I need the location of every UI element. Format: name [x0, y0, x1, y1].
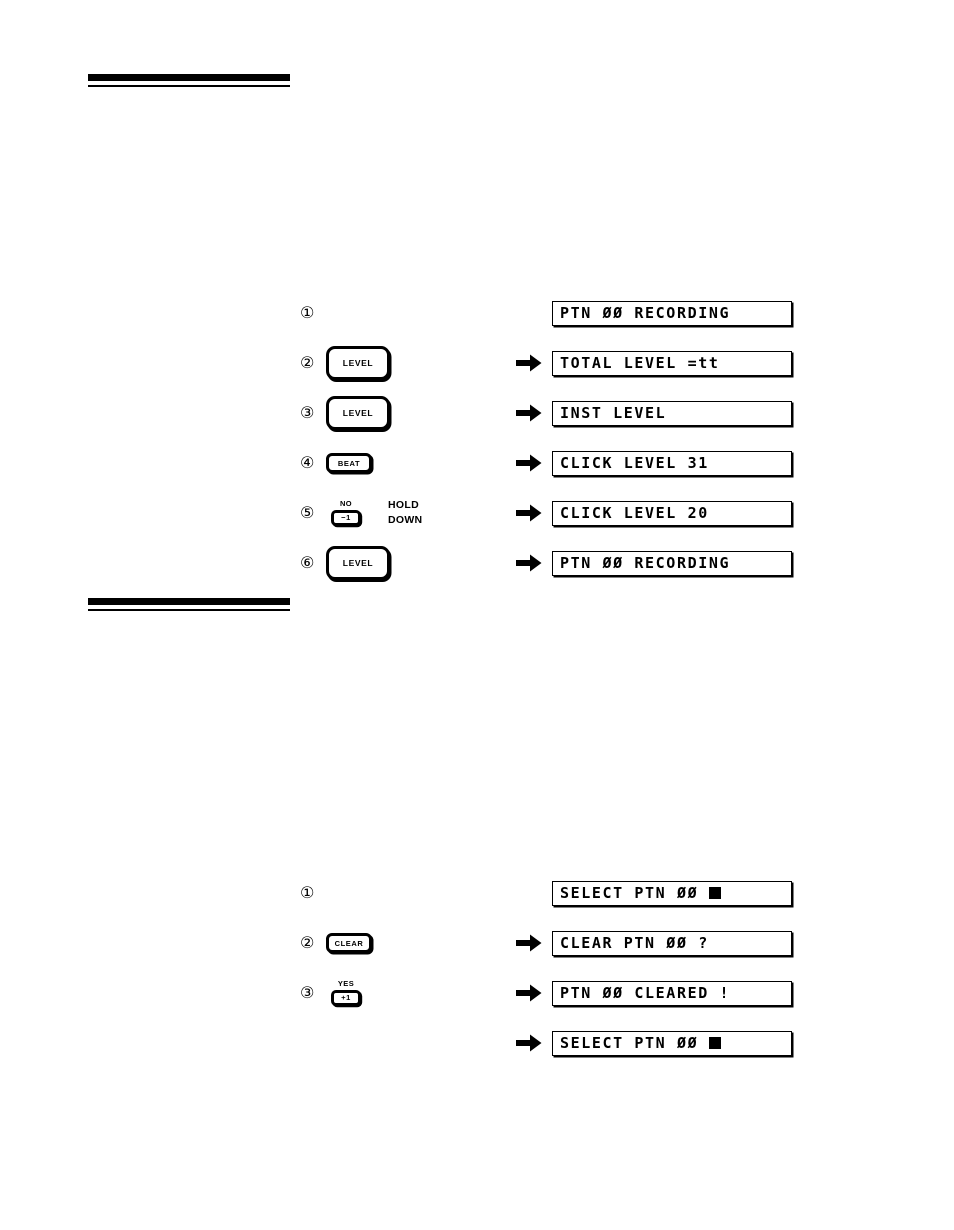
result-arrow-icon: [506, 504, 552, 522]
hold-label: HOLD: [388, 499, 419, 511]
lcd-text: PTN ØØ RECORDING: [560, 554, 731, 572]
step-control: NO −1 HOLD DOWN: [326, 488, 506, 538]
lcd-text: PTN ØØ CLEARED !: [560, 984, 731, 1002]
no-key-caption: NO: [339, 499, 353, 509]
step-index: ④: [300, 453, 315, 472]
step-index: ①: [300, 303, 315, 322]
step-index: ②: [300, 933, 315, 952]
lcd-cursor-block: [708, 1037, 721, 1049]
down-label: DOWN: [388, 514, 423, 526]
step-control: CLEAR: [326, 918, 506, 968]
step-control: LEVEL: [326, 338, 506, 388]
rule-thin-bar: [88, 85, 290, 87]
level-adjust-procedure: ① PTN ØØ RECORDING ② LEVEL TOTAL LEVEL =tt ③ L…: [300, 288, 792, 588]
step-control: LEVEL: [326, 538, 506, 588]
step-control: [326, 1018, 506, 1068]
procedure-step-row: ② LEVEL TOTAL LEVEL =tt: [300, 338, 792, 388]
lcd-display: PTN ØØ RECORDING: [552, 300, 792, 326]
beat-button[interactable]: BEAT: [326, 453, 372, 473]
lcd-display: CLEAR PTN ØØ ?: [552, 930, 792, 956]
rule-thin-bar: [88, 609, 290, 611]
procedure-step-row: ① SELECT PTN ØØ: [300, 868, 792, 918]
step-control: LEVEL: [326, 388, 506, 438]
clear-button[interactable]: CLEAR: [326, 933, 372, 953]
level-button[interactable]: LEVEL: [326, 396, 390, 430]
procedure-step-row: ⑤ NO −1 HOLD DOWN CLICK LEVEL 20: [300, 488, 792, 538]
procedure-step-row: ① PTN ØØ RECORDING: [300, 288, 792, 338]
yes-key-caption: YES: [337, 979, 355, 989]
lcd-display: CLICK LEVEL 20: [552, 500, 792, 526]
lcd-display: INST LEVEL: [552, 400, 792, 426]
lcd-text: INST LEVEL: [560, 404, 667, 422]
step-index: ⑥: [300, 553, 315, 572]
lcd-display: TOTAL LEVEL =tt: [552, 350, 792, 376]
result-arrow-icon: [506, 554, 552, 572]
no-key[interactable]: NO −1: [326, 500, 366, 526]
result-arrow-icon: [506, 984, 552, 1002]
step-index: ⑤: [300, 503, 315, 522]
lcd-display: PTN ØØ CLEARED !: [552, 980, 792, 1006]
step-control: [326, 868, 506, 918]
level-button[interactable]: LEVEL: [326, 546, 390, 580]
lcd-display: SELECT PTN ØØ: [552, 1030, 792, 1056]
lcd-text: CLEAR PTN ØØ ?: [560, 934, 709, 952]
middle-section-rule: [88, 598, 290, 611]
procedure-step-row: ⑥ LEVEL PTN ØØ RECORDING: [300, 538, 792, 588]
lcd-text: SELECT PTN ØØ: [560, 884, 709, 902]
lcd-text: TOTAL LEVEL =tt: [560, 354, 720, 372]
procedure-step-row: ③ YES +1 PTN ØØ CLEARED !: [300, 968, 792, 1018]
step-index: ③: [300, 403, 315, 422]
step-index: ①: [300, 883, 315, 902]
procedure-step-row: ④ BEAT CLICK LEVEL 31: [300, 438, 792, 488]
step-control: BEAT: [326, 438, 506, 488]
lcd-cursor-block: [708, 887, 721, 899]
lcd-display: SELECT PTN ØØ: [552, 880, 792, 906]
lcd-text: SELECT PTN ØØ: [560, 1034, 709, 1052]
level-button[interactable]: LEVEL: [326, 346, 390, 380]
yes-key[interactable]: YES +1: [326, 980, 366, 1006]
no-key-cap[interactable]: −1: [331, 509, 361, 526]
rule-thick-bar: [88, 598, 290, 605]
step-index: ②: [300, 353, 315, 372]
step-index: ③: [300, 983, 315, 1002]
lcd-display: PTN ØØ RECORDING: [552, 550, 792, 576]
result-arrow-icon: [506, 404, 552, 422]
result-arrow-icon: [506, 354, 552, 372]
procedure-step-row: ② CLEAR CLEAR PTN ØØ ?: [300, 918, 792, 968]
procedure-step-row: ③ LEVEL INST LEVEL: [300, 388, 792, 438]
rule-thick-bar: [88, 74, 290, 81]
hold-down-annotation: HOLD DOWN: [388, 498, 422, 528]
lcd-display: CLICK LEVEL 31: [552, 450, 792, 476]
lcd-text: CLICK LEVEL 20: [560, 504, 709, 522]
procedure-step-row: SELECT PTN ØØ: [300, 1018, 792, 1068]
lcd-text: PTN ØØ RECORDING: [560, 304, 731, 322]
yes-key-cap[interactable]: +1: [331, 989, 361, 1006]
step-control: YES +1: [326, 968, 506, 1018]
lcd-text: CLICK LEVEL 31: [560, 454, 709, 472]
top-section-rule: [88, 74, 290, 87]
clear-pattern-procedure: ① SELECT PTN ØØ ② CLEAR CLEAR PTN ØØ ? ③ YES +…: [300, 868, 792, 1068]
step-control: [326, 288, 506, 338]
result-arrow-icon: [506, 934, 552, 952]
result-arrow-icon: [506, 1034, 552, 1052]
result-arrow-icon: [506, 454, 552, 472]
